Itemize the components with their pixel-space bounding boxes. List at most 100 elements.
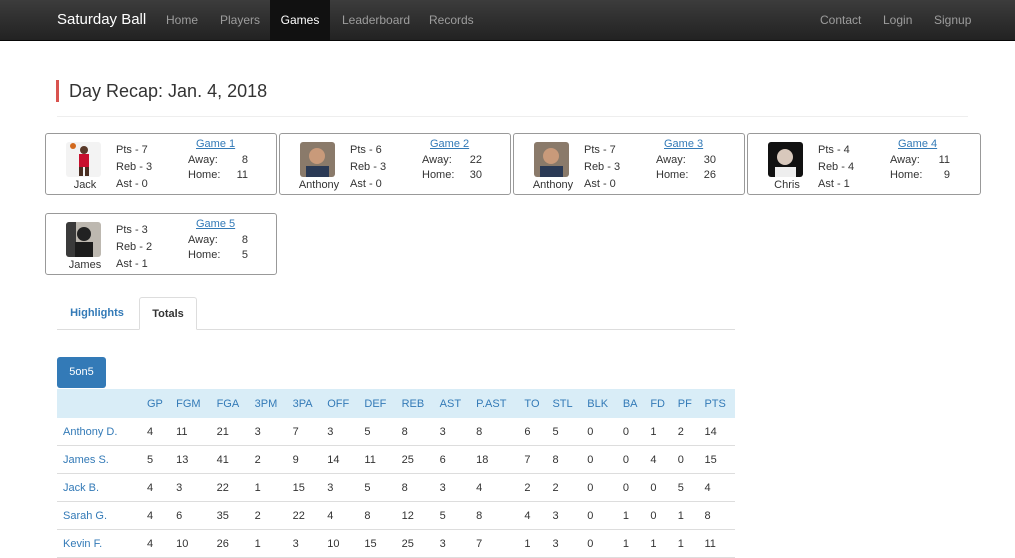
stat-cell: 3 xyxy=(321,418,359,446)
nav-records[interactable]: Records xyxy=(429,0,474,40)
table-row: Anthony D. 4 11 21 3 7 3 5 8 3 8 6 5 0 0 1 2 14 xyxy=(57,418,735,446)
nav-home[interactable]: Home xyxy=(166,0,198,40)
stat-cell: 4 xyxy=(141,529,171,558)
tab-highlights[interactable]: Highlights xyxy=(57,297,137,330)
stat-cell: 4 xyxy=(321,501,359,530)
column-header: STL xyxy=(546,389,582,418)
game-link[interactable]: Game 3 xyxy=(664,138,703,150)
mode-5on5-button[interactable]: 5on5 xyxy=(57,357,106,388)
top-navbar: Saturday Ball Home Players Games Leaderb… xyxy=(0,0,1015,41)
page-title: Day Recap: Jan. 4, 2018 xyxy=(56,80,267,102)
stat-cell: 2 xyxy=(546,473,582,502)
stat-cell: 14 xyxy=(698,418,735,446)
tab-totals[interactable]: Totals xyxy=(139,297,197,330)
column-header: FGA xyxy=(210,389,249,418)
stat-cell: 5 xyxy=(671,473,699,502)
points-stat: Pts - 7 xyxy=(584,144,616,156)
stat-cell: 7 xyxy=(470,529,519,558)
player-avatar xyxy=(66,142,101,177)
stat-cell: 7 xyxy=(286,418,322,446)
game-link[interactable]: Game 2 xyxy=(430,138,469,150)
assists-stat: Ast - 1 xyxy=(116,258,148,270)
assists-stat: Ast - 1 xyxy=(818,178,850,190)
column-header: PTS xyxy=(698,389,735,418)
stat-cell: 5 xyxy=(546,418,582,446)
table-row: James S. 5 13 41 2 9 14 11 25 6 18 7 8 0 0 4 0 15 xyxy=(57,445,735,474)
nav-players[interactable]: Players xyxy=(220,0,260,40)
column-header: TO xyxy=(518,389,547,418)
player-link[interactable]: Kevin F. xyxy=(57,529,141,558)
stat-cell: 3 xyxy=(170,473,211,502)
stat-cell: 25 xyxy=(395,529,434,558)
home-score: 30 xyxy=(469,169,482,181)
player-name: Anthony xyxy=(298,179,340,191)
player-link[interactable]: Anthony D. xyxy=(57,418,141,446)
column-header: GP xyxy=(141,389,171,418)
player-link[interactable]: Jack B. xyxy=(57,473,141,502)
game-link[interactable]: Game 5 xyxy=(196,218,235,230)
away-label: Away: xyxy=(422,154,452,166)
stat-cell: 4 xyxy=(141,473,171,502)
stat-cell: 21 xyxy=(210,418,249,446)
nav-login[interactable]: Login xyxy=(883,0,912,40)
stat-cell: 3 xyxy=(286,529,322,558)
stat-cell: 2 xyxy=(671,418,699,446)
stat-cell: 3 xyxy=(546,529,582,558)
stat-cell: 2 xyxy=(248,445,287,474)
brand-link[interactable]: Saturday Ball xyxy=(57,0,146,40)
column-header: PF xyxy=(671,389,699,418)
stat-cell: 25 xyxy=(395,445,434,474)
stat-cell: 2 xyxy=(518,473,547,502)
stat-cell: 15 xyxy=(358,529,396,558)
nav-leaderboard[interactable]: Leaderboard xyxy=(342,0,410,40)
nav-signup[interactable]: Signup xyxy=(934,0,971,40)
stat-cell: 0 xyxy=(671,445,699,474)
nav-contact[interactable]: Contact xyxy=(820,0,861,40)
stat-cell: 6 xyxy=(433,445,471,474)
away-label: Away: xyxy=(890,154,920,166)
stat-cell: 35 xyxy=(210,501,249,530)
player-link[interactable]: James S. xyxy=(57,445,141,474)
away-score: 30 xyxy=(703,154,716,166)
rebounds-stat: Reb - 3 xyxy=(116,161,153,173)
column-header: FGM xyxy=(170,389,211,418)
player-avatar xyxy=(66,222,101,257)
stats-table: GP FGM FGA 3PM 3PA OFF DEF REB AST P.AST… xyxy=(57,389,735,558)
nav-games[interactable]: Games xyxy=(270,0,330,40)
column-header: BLK xyxy=(581,389,617,418)
home-label: Home: xyxy=(422,169,455,181)
stat-cell: 6 xyxy=(170,501,211,530)
player-link[interactable]: Sarah G. xyxy=(57,501,141,530)
game-link[interactable]: Game 4 xyxy=(898,138,937,150)
game-card: Anthony Pts - 6 Reb - 3 Ast - 0 Game 2 A… xyxy=(279,133,511,195)
home-label: Home: xyxy=(656,169,689,181)
rebounds-stat: Reb - 3 xyxy=(350,161,387,173)
stat-cell: 4 xyxy=(518,501,547,530)
column-header xyxy=(57,389,141,418)
column-header: FD xyxy=(644,389,672,418)
assists-stat: Ast - 0 xyxy=(350,178,382,190)
stat-cell: 18 xyxy=(470,445,519,474)
stat-cell: 5 xyxy=(358,418,396,446)
stat-cell: 3 xyxy=(546,501,582,530)
player-name: Anthony xyxy=(532,179,574,191)
away-label: Away: xyxy=(188,154,218,166)
away-label: Away: xyxy=(188,234,218,246)
home-label: Home: xyxy=(890,169,923,181)
stat-cell: 5 xyxy=(358,473,396,502)
away-label: Away: xyxy=(656,154,686,166)
column-header: 3PA xyxy=(286,389,322,418)
player-avatar xyxy=(534,142,569,177)
divider xyxy=(57,116,968,117)
stat-cell: 3 xyxy=(248,418,287,446)
game-link[interactable]: Game 1 xyxy=(196,138,235,150)
game-card: Jack Pts - 7 Reb - 3 Ast - 0 Game 1 Away… xyxy=(45,133,277,195)
stat-cell: 4 xyxy=(141,418,171,446)
stat-cell: 4 xyxy=(698,473,735,502)
table-header-row: GP FGM FGA 3PM 3PA OFF DEF REB AST P.AST… xyxy=(57,389,735,418)
column-header: P.AST xyxy=(470,389,519,418)
column-header: DEF xyxy=(358,389,396,418)
home-label: Home: xyxy=(188,169,221,181)
away-score: 11 xyxy=(938,154,950,166)
stat-cell: 5 xyxy=(433,501,471,530)
